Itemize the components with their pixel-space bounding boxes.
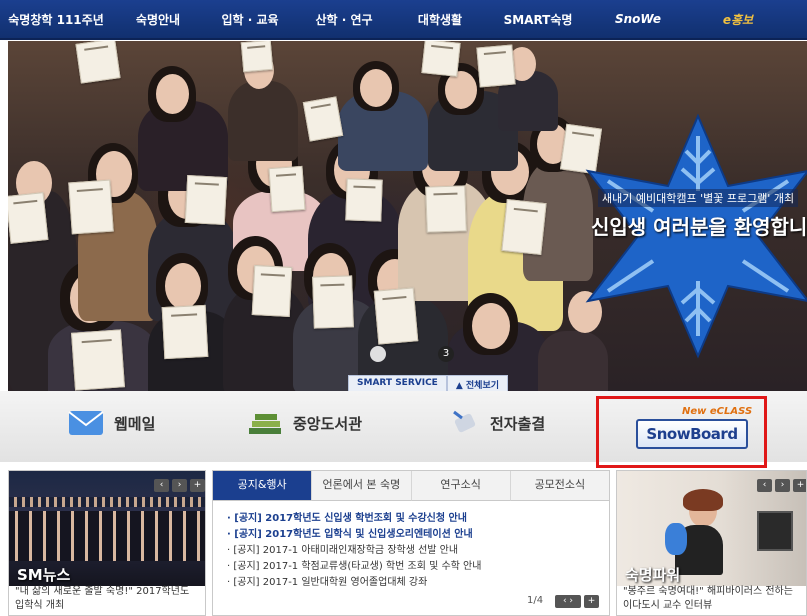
prev-icon[interactable]: ‹ [154, 479, 169, 492]
notice-page-indicator: 1/4 [527, 595, 544, 606]
nav-promotion[interactable]: e홍보 [688, 11, 788, 28]
play-icon[interactable] [370, 346, 386, 362]
slide-number[interactable]: 3 [438, 346, 454, 362]
envelope-icon [68, 411, 104, 435]
smart-service-label[interactable]: SMART SERVICE [348, 375, 447, 391]
page: 숙명창학 111주년 숙명안내 입학 · 교육 산학 · 연구 대학생활 SMA… [0, 0, 807, 616]
view-all-button[interactable]: ▲ 전체보기 [446, 375, 509, 391]
nav-campus-life[interactable]: 대학생활 [392, 11, 488, 28]
tab-contest[interactable]: 공모전소식 [509, 471, 609, 501]
power-title: 숙명파워 [625, 566, 681, 584]
library-label: 중앙도서관 [293, 414, 363, 433]
nav-smart[interactable]: SMART숙명 [488, 11, 588, 28]
list-item[interactable]: · [공지] 2017학년도 신입생 학번조회 및 수강신청 안내 [227, 511, 481, 527]
nav-anniversary[interactable]: 숙명창학 111주년 [0, 11, 112, 28]
tab-notice[interactable]: 공지&행사 [213, 471, 312, 501]
webmail-label: 웹메일 [114, 414, 156, 433]
plus-icon[interactable]: + [584, 595, 599, 608]
welcome-subtitle: 새내기 예비대학캠프 '별꽃 프로그램' 개최 [598, 189, 799, 207]
notice-panel: 공지&행사 언론에서 본 숙명 연구소식 공모전소식 · [공지] 2017학년… [212, 470, 610, 616]
webmail-link[interactable]: 웹메일 [68, 403, 155, 443]
sm-news-controls: ‹ › + [154, 479, 205, 492]
tab-research[interactable]: 연구소식 [410, 471, 510, 501]
sm-news-panel: ‹ › + SM뉴스 "내 삶의 새로운 출발 숙명!" 2017학년도 입학식 개… [8, 470, 206, 616]
welcome-title: 신입생 여러분을 환영합니다! [591, 215, 807, 239]
notice-list: · [공지] 2017학년도 신입생 학번조회 및 수강신청 안내 · [공지]… [227, 511, 481, 591]
prev-icon[interactable]: ‹ [757, 479, 772, 492]
hero-banner[interactable]: 새내기 예비대학캠프 '별꽃 프로그램' 개최 신입생 여러분을 환영합니다! … [8, 41, 807, 391]
power-caption[interactable]: "봉주르 숙명여대!" 해피바이러스 전하는 이다도시 교수 인터뷰 [623, 585, 805, 613]
nav-admission[interactable]: 입학 · 교육 [204, 11, 296, 28]
attendance-device-icon [453, 410, 476, 433]
list-item[interactable]: · [공지] 2017-1 학점교류생(타교생) 학번 조회 및 수학 안내 [227, 559, 481, 575]
highlight-box [596, 396, 767, 468]
plus-icon[interactable]: + [793, 479, 806, 492]
next-icon[interactable]: › [775, 479, 790, 492]
sm-news-caption[interactable]: "내 삶의 새로운 출발 숙명!" 2017학년도 입학식 개최 [15, 585, 201, 613]
top-navigation: 숙명창학 111주년 숙명안내 입학 · 교육 산학 · 연구 대학생활 SMA… [0, 0, 807, 40]
next-icon[interactable]: › [172, 479, 187, 492]
nav-about[interactable]: 숙명안내 [112, 11, 204, 28]
books-icon [249, 414, 281, 434]
attendance-label: 전자출결 [490, 414, 546, 433]
nav-snowe[interactable]: SnoWe [588, 12, 688, 26]
sm-news-title: SM뉴스 [17, 566, 71, 584]
list-item[interactable]: · [공지] 2017-1 아태미래인재장학금 장학생 선발 안내 [227, 543, 481, 559]
smart-service-bar: SMART SERVICE ▲ 전체보기 [348, 375, 509, 391]
library-link[interactable]: 중앙도서관 [247, 403, 362, 443]
power-panel: ‹ › + 숙명파워 "봉주르 숙명여대!" 해피바이러스 전하는 이다도시 교수 … [616, 470, 807, 616]
prev-next-icon[interactable]: ‹ › [555, 595, 581, 608]
list-item[interactable]: · [공지] 2017-1 일반대학원 영어졸업대체 강좌 [227, 575, 481, 591]
tab-press[interactable]: 언론에서 본 숙명 [311, 471, 411, 501]
power-controls: ‹ › + [757, 479, 806, 492]
nav-research[interactable]: 산학 · 연구 [296, 11, 392, 28]
notice-tabs: 공지&행사 언론에서 본 숙명 연구소식 공모전소식 [213, 471, 609, 501]
notice-controls: ‹ › + [555, 595, 599, 608]
list-item[interactable]: · [공지] 2017학년도 입학식 및 신입생오리엔테이션 안내 [227, 527, 481, 543]
attendance-link[interactable]: 전자출결 [450, 403, 545, 443]
plus-icon[interactable]: + [190, 479, 205, 492]
